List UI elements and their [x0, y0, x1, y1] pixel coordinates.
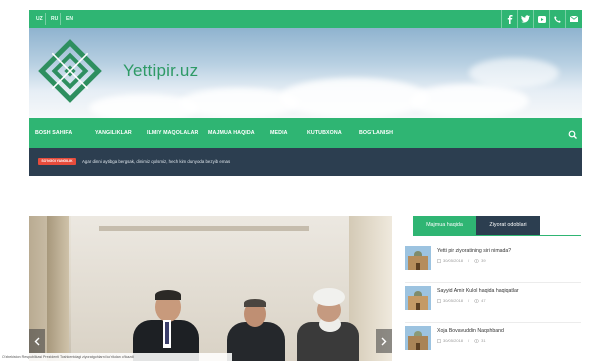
list-item[interactable]: Xoja Bovavuddin Naqshband 30/05/2018 / 3… [405, 326, 581, 361]
nav-item-media[interactable]: MEDIA [270, 118, 288, 148]
language-uz-link[interactable]: UZ [33, 10, 46, 28]
slider-next-button[interactable] [376, 329, 392, 353]
calendar-icon [437, 338, 441, 343]
calendar-icon [437, 298, 441, 303]
tab-ziyorat-odoblari[interactable]: Ziyorat odoblari [476, 216, 540, 235]
news-ticker: SO'NGGI YANGILIK Agar dinni aytibga berg… [29, 148, 582, 176]
mail-icon[interactable] [565, 10, 581, 28]
sidebar-tabs: Majmua haqida Ziyorat odoblari [413, 216, 581, 236]
language-en-link[interactable]: EN [63, 10, 76, 28]
nav-item-kutubxona[interactable]: KUTUBXONA [307, 118, 342, 148]
divider [405, 322, 581, 323]
calendar-icon [437, 258, 441, 263]
list-item[interactable]: Yetti pir ziyoratining siri nimada? 30/0… [405, 246, 581, 286]
person-figure [227, 322, 285, 361]
nav-item-majmua-haqida[interactable]: MAJMUA HAQIDA [208, 118, 255, 148]
eye-icon [474, 298, 480, 303]
post-views: 39 [481, 258, 486, 263]
post-meta: 30/05/2018 / 31 [437, 338, 486, 343]
slide-caption[interactable]: O'zbekiston Respublikasi Prezidenti Tosh… [0, 353, 232, 361]
site-brand[interactable]: Yettipir.uz [123, 61, 198, 81]
yettipir-logo-icon[interactable] [33, 34, 107, 108]
eye-icon [474, 338, 480, 343]
facebook-icon[interactable] [501, 10, 517, 28]
list-item[interactable]: Sayyid Amir Kulol haqida haqiqatlar 30/0… [405, 286, 581, 326]
post-title[interactable]: Yetti pir ziyoratining siri nimada? [437, 248, 511, 254]
post-thumbnail[interactable] [405, 246, 431, 270]
ticker-headline[interactable]: Agar dinni aytibga bergsak, dinimiz qols… [82, 157, 230, 166]
phone-icon[interactable] [549, 10, 565, 28]
divider [405, 282, 581, 283]
tab-majmua-haqida[interactable]: Majmua haqida [413, 216, 476, 235]
post-views: 47 [481, 298, 486, 303]
post-date: 30/05/2018 [443, 338, 464, 343]
youtube-icon[interactable] [533, 10, 549, 28]
slider-prev-button[interactable] [29, 329, 45, 353]
post-date: 30/05/2018 [443, 298, 464, 303]
nav-item-ilmiy-maqolalar[interactable]: ILMIY MAQOLALAR [147, 118, 198, 148]
top-bar: UZ RU EN [29, 10, 582, 28]
ticker-badge: SO'NGGI YANGILIK [38, 158, 76, 165]
search-icon[interactable] [568, 127, 578, 145]
post-date: 30/05/2018 [443, 258, 464, 263]
person-figure [313, 288, 345, 306]
post-title[interactable]: Sayyid Amir Kulol haqida haqiqatlar [437, 288, 519, 294]
architecture-decoration [47, 216, 69, 361]
site-header: Yettipir.uz [29, 28, 582, 118]
nav-item-yangiliklar[interactable]: YANGILIKLAR [95, 118, 132, 148]
post-thumbnail[interactable] [405, 326, 431, 350]
eye-icon [474, 258, 480, 263]
nav-item-bosh-sahifa[interactable]: BOSH SAHIFA [35, 118, 72, 148]
nav-item-boglanish[interactable]: BOG'LANISH [359, 118, 393, 148]
divider [60, 13, 61, 25]
featured-slider[interactable] [29, 216, 392, 361]
post-meta: 30/05/2018 / 39 [437, 258, 486, 263]
main-nav: BOSH SAHIFA YANGILIKLAR ILMIY MAQOLALAR … [29, 118, 582, 148]
post-title[interactable]: Xoja Bovavuddin Naqshband [437, 328, 504, 334]
twitter-icon[interactable] [517, 10, 533, 28]
divider [413, 235, 581, 236]
divider [45, 13, 46, 25]
post-thumbnail[interactable] [405, 286, 431, 310]
post-views: 31 [481, 338, 486, 343]
post-meta: 30/05/2018 / 47 [437, 298, 486, 303]
